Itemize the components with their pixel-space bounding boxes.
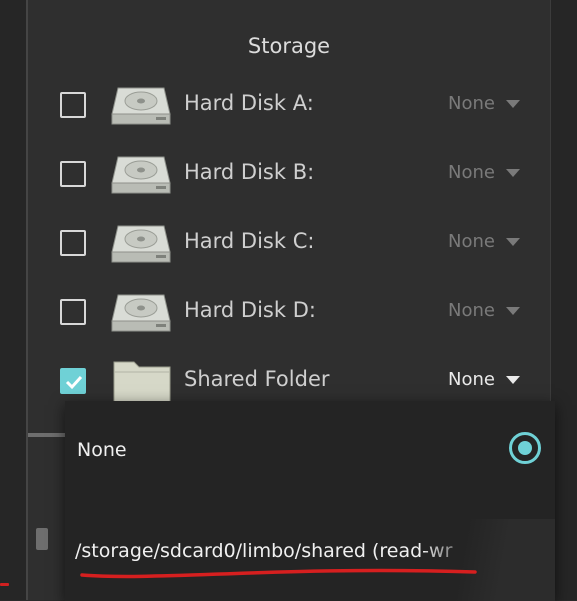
hard-disk-d-label: Hard Disk D: <box>184 298 316 322</box>
hard-disk-c-label: Hard Disk C: <box>184 229 315 253</box>
left-edge-panel <box>0 0 27 600</box>
shared-folder-label: Shared Folder <box>184 367 330 391</box>
shared-folder-value[interactable]: None <box>448 369 495 390</box>
hard-disk-a-checkbox[interactable] <box>60 92 86 118</box>
dropdown-option-shared-path[interactable]: /storage/sdcard0/limbo/shared (read-wr <box>75 540 470 562</box>
chevron-down-icon[interactable] <box>506 307 520 315</box>
storage-row-hard-disk-b: Hard Disk B: None <box>28 144 550 204</box>
hard-disk-icon <box>111 225 171 263</box>
hard-disk-c-checkbox[interactable] <box>60 230 86 256</box>
overlay-fade <box>425 519 555 601</box>
chevron-down-icon[interactable] <box>506 100 520 108</box>
dropdown-option-none[interactable]: None <box>77 439 127 461</box>
hard-disk-c-value[interactable]: None <box>448 231 495 252</box>
hard-disk-d-checkbox[interactable] <box>60 299 86 325</box>
hard-disk-d-value[interactable]: None <box>448 300 495 321</box>
chevron-down-icon[interactable] <box>506 238 520 246</box>
hard-disk-b-value[interactable]: None <box>448 162 495 183</box>
hard-disk-icon <box>111 156 171 194</box>
storage-row-hard-disk-d: Hard Disk D: None <box>28 282 550 342</box>
chevron-down-icon[interactable] <box>506 376 520 384</box>
radio-selected-icon[interactable] <box>509 432 541 464</box>
red-mark <box>0 583 9 586</box>
hard-disk-icon <box>111 87 171 125</box>
chevron-down-icon[interactable] <box>506 169 520 177</box>
red-underline-annotation <box>80 568 477 579</box>
hard-disk-a-label: Hard Disk A: <box>184 91 314 115</box>
shared-folder-checkbox[interactable] <box>60 368 86 394</box>
panel-title: Storage <box>247 34 331 58</box>
hard-disk-b-label: Hard Disk B: <box>184 160 315 184</box>
background-divider <box>28 433 68 437</box>
checkmark-icon <box>65 375 83 390</box>
storage-row-hard-disk-a: Hard Disk A: None <box>28 75 550 135</box>
hard-disk-b-checkbox[interactable] <box>60 161 86 187</box>
background-item <box>36 528 48 550</box>
storage-row-hard-disk-c: Hard Disk C: None <box>28 213 550 273</box>
folder-icon <box>113 361 171 403</box>
hard-disk-icon <box>111 294 171 332</box>
hard-disk-a-value[interactable]: None <box>448 93 495 114</box>
